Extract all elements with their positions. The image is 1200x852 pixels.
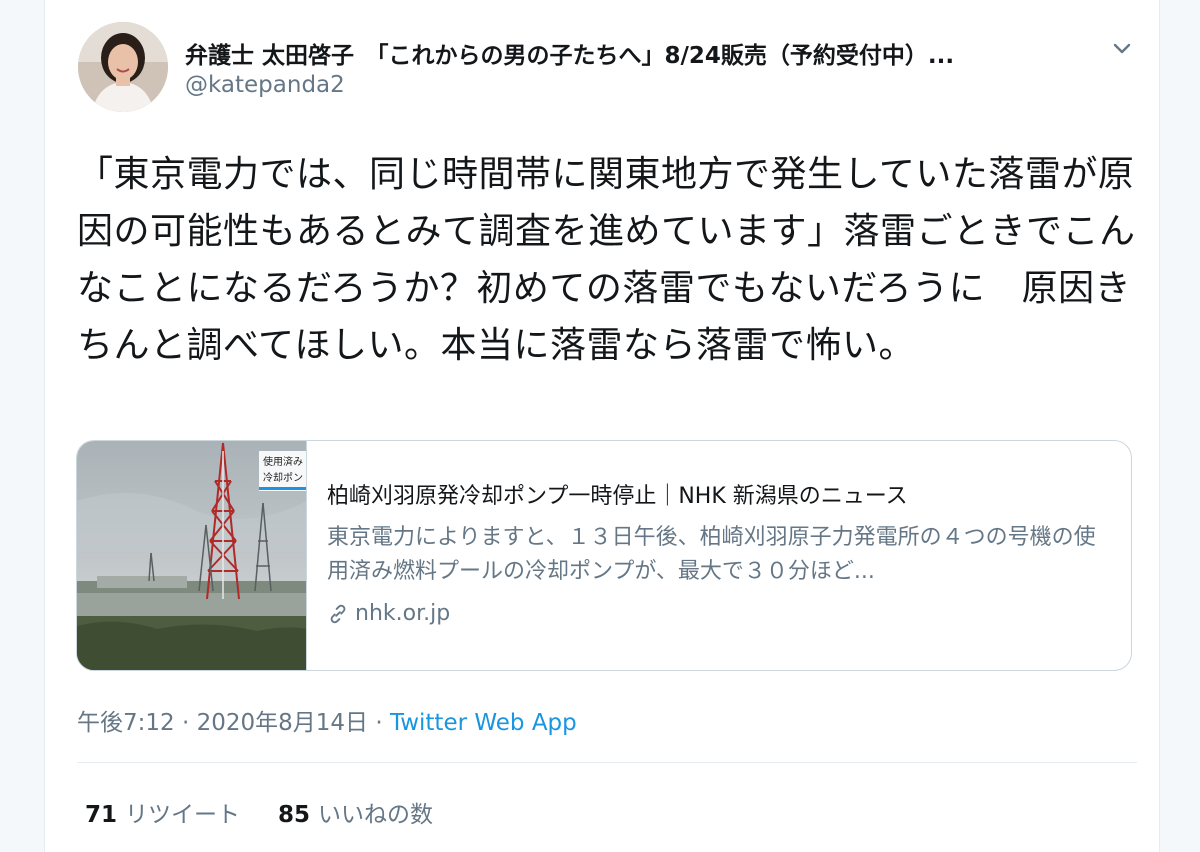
likes-stat[interactable]: 85 いいねの数 — [278, 795, 433, 829]
link-thumbnail: 使用済み 冷却ポン — [77, 441, 307, 670]
tweet-stats: 71 リツイート 85 いいねの数 — [85, 795, 433, 829]
link-body: 柏崎刈羽原発冷却ポンプ一時停止｜NHK 新潟県のニュース 東京電力によりますと、… — [327, 481, 1117, 626]
link-title: 柏崎刈羽原発冷却ポンプ一時停止｜NHK 新潟県のニュース — [327, 484, 908, 509]
retweets-label: リツイート — [125, 802, 241, 828]
likes-count: 85 — [278, 802, 311, 828]
link-domain-row: nhk.or.jp — [327, 601, 1117, 626]
author-display-name[interactable]: 弁護士 太田啓子 「これからの男の子たちへ」8/24販売（予約受付中）... — [185, 36, 1085, 70]
meta-separator: · — [174, 710, 197, 736]
thumb-caption-2: 冷却ポン — [263, 471, 303, 484]
tweet-meta: 午後7:12 · 2020年8月14日 · Twitter Web App — [77, 703, 577, 737]
avatar[interactable] — [78, 22, 168, 112]
link-preview-card[interactable]: 使用済み 冷却ポン 柏崎刈羽原発冷却ポンプ一時停止｜NHK 新潟県のニュース 東… — [76, 440, 1132, 671]
tweet-menu-button[interactable] — [1107, 34, 1137, 64]
link-description: 東京電力によりますと、１３日午後、柏崎刈羽原子力発電所の４つの号機の使用済み燃料… — [327, 525, 1096, 584]
power-plant-image: 使用済み 冷却ポン — [77, 441, 306, 670]
avatar-photo — [78, 22, 168, 112]
likes-label: いいねの数 — [318, 802, 434, 828]
retweets-stat[interactable]: 71 リツイート — [85, 795, 240, 829]
chevron-down-icon — [1113, 43, 1131, 54]
tweet-card: 弁護士 太田啓子 「これからの男の子たちへ」8/24販売（予約受付中）... @… — [44, 0, 1160, 852]
tweet-text: 「東京電力では、同じ時間帯に関東地方で発生していた落雷が原因の可能性もあるとみて… — [77, 154, 1136, 366]
tweet-source-link[interactable]: Twitter Web App — [390, 710, 577, 736]
tweet-date[interactable]: 2020年8月14日 — [197, 710, 368, 736]
divider — [77, 762, 1137, 763]
link-icon — [330, 604, 346, 623]
meta-separator-2: · — [368, 710, 390, 736]
thumb-caption-1: 使用済み — [263, 455, 303, 468]
link-domain: nhk.or.jp — [355, 601, 451, 626]
tweet-time[interactable]: 午後7:12 — [77, 710, 175, 736]
retweets-count: 71 — [85, 802, 118, 828]
author-handle[interactable]: @katepanda2 — [185, 72, 345, 98]
